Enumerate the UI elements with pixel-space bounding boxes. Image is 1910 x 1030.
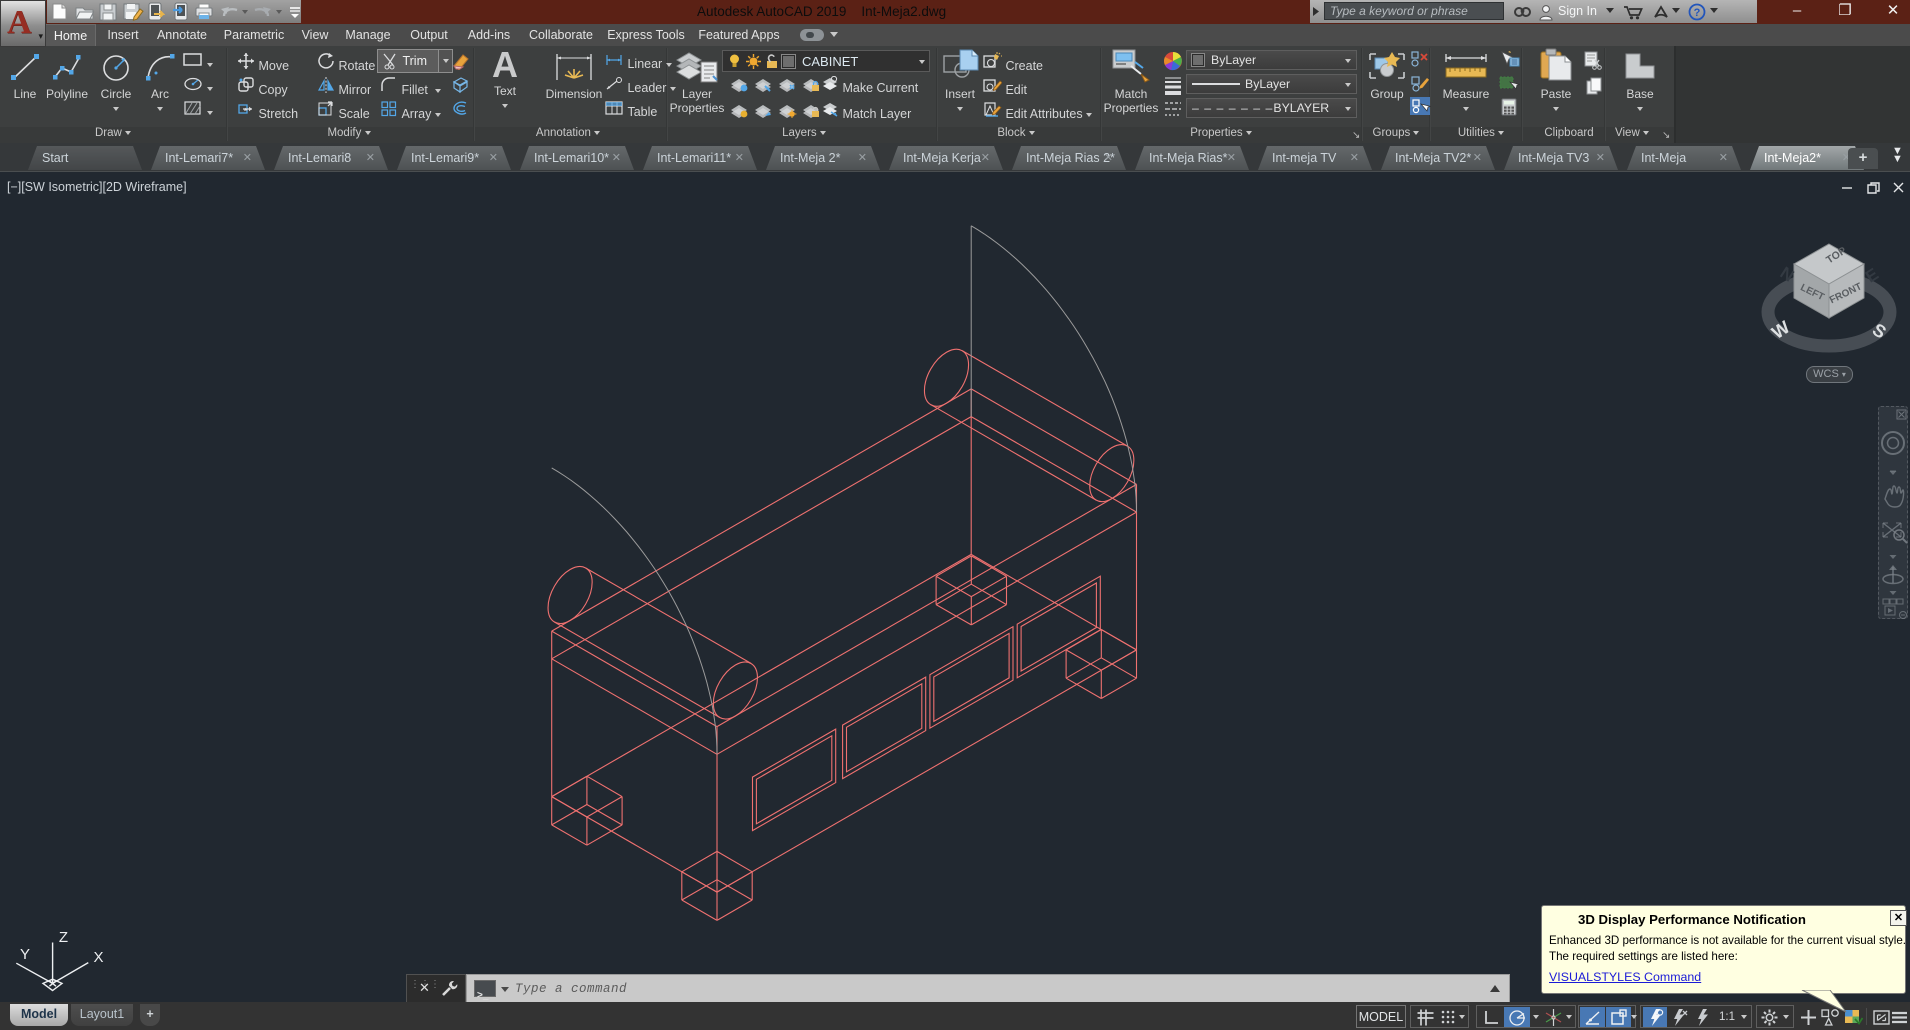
svg-text:?: ? xyxy=(1694,7,1701,19)
svg-text:Y: Y xyxy=(20,946,30,963)
svg-text:Z: Z xyxy=(59,929,68,946)
svg-text:X: X xyxy=(93,949,103,966)
